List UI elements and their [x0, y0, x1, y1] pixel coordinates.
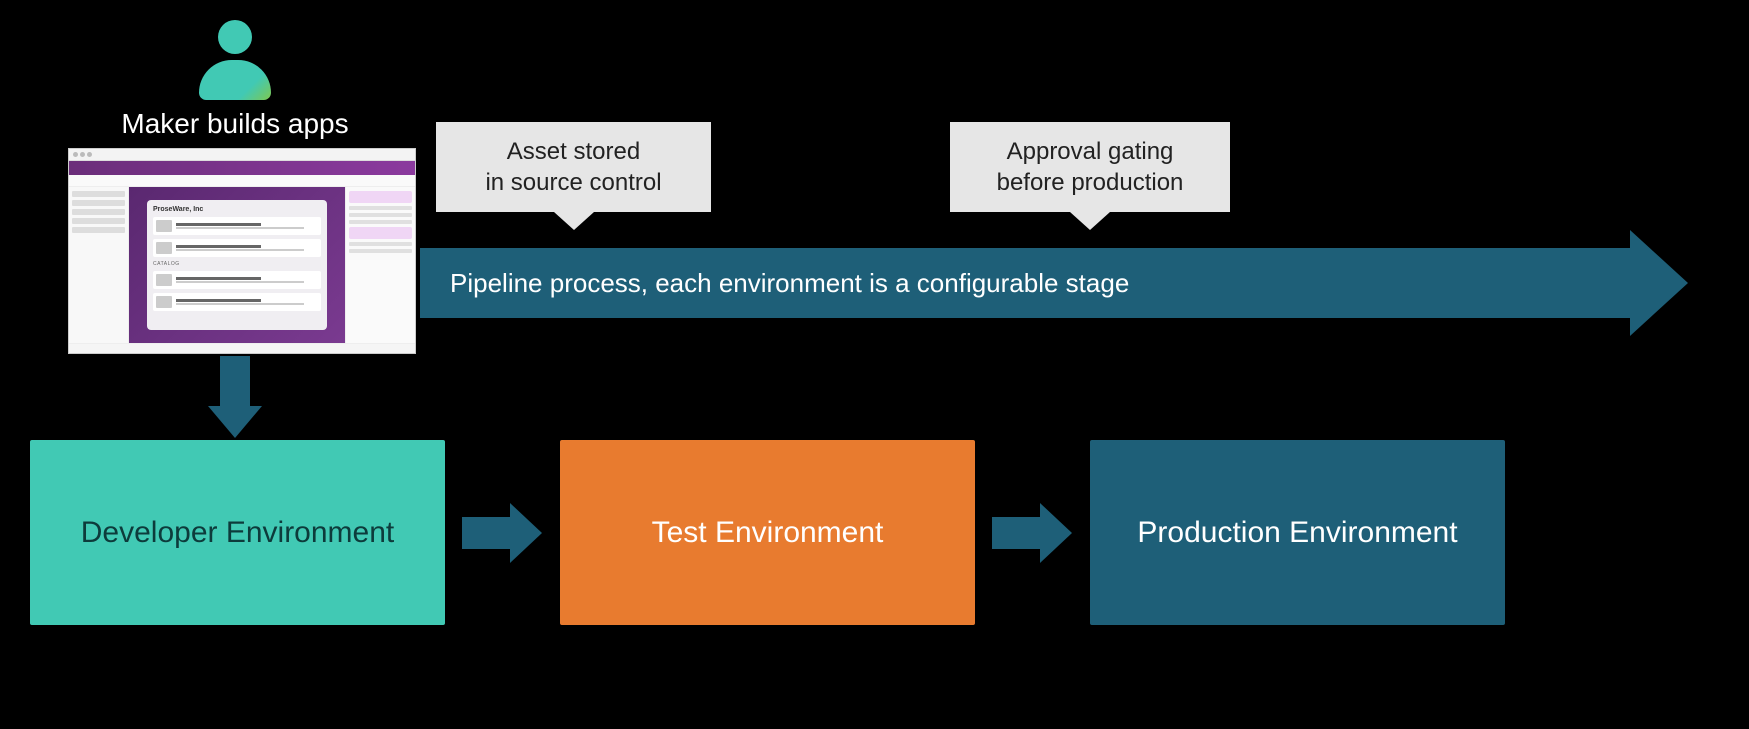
production-environment-box: Production Environment	[1090, 440, 1505, 625]
thumb-sidebar	[69, 187, 129, 343]
pipeline-text: Pipeline process, each environment is a …	[450, 268, 1129, 299]
callout-line: Approval gating	[1007, 138, 1174, 165]
env-label: Production Environment	[1137, 516, 1457, 550]
developer-environment-box: Developer Environment	[30, 440, 445, 625]
callout-line: in source control	[485, 169, 661, 196]
thumb-company-name: ProseWare, Inc	[153, 206, 321, 213]
person-icon	[195, 20, 275, 100]
callout-line: Asset stored	[507, 138, 640, 165]
thumb-card: ProseWare, Inc CATALOG	[147, 200, 327, 330]
arrow-down-icon	[208, 356, 262, 438]
thumb-browser-bar	[69, 149, 415, 161]
arrow-right-icon	[992, 503, 1072, 563]
env-label: Developer Environment	[81, 516, 395, 550]
maker-label: Maker builds apps	[80, 108, 390, 140]
env-label: Test Environment	[652, 516, 884, 550]
app-screenshot-thumbnail: ProseWare, Inc CATALOG	[68, 148, 416, 354]
pipeline-arrow: Pipeline process, each environment is a …	[420, 248, 1690, 318]
thumb-canvas: ProseWare, Inc CATALOG	[129, 187, 345, 343]
thumb-command-bar	[69, 175, 415, 187]
thumb-app-header	[69, 161, 415, 175]
thumb-footer	[69, 343, 415, 353]
thumb-catalog-label: CATALOG	[153, 261, 321, 267]
test-environment-box: Test Environment	[560, 440, 975, 625]
arrow-right-icon	[462, 503, 542, 563]
thumb-body: ProseWare, Inc CATALOG	[69, 187, 415, 343]
callout-line: before production	[997, 169, 1184, 196]
callout-asset-stored: Asset stored in source control	[436, 122, 711, 212]
thumb-right-pane	[345, 187, 415, 343]
callout-approval-gating: Approval gating before production	[950, 122, 1230, 212]
